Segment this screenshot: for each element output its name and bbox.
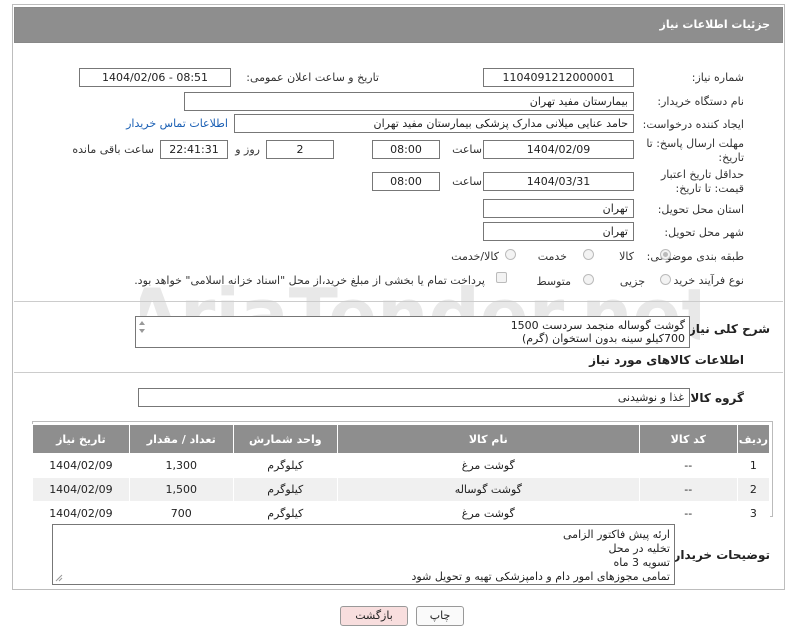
header-bar: جزئیات اطلاعات نیاز xyxy=(14,7,783,43)
purchase-option-medium: متوسط xyxy=(536,275,571,288)
treasury-payment-checkbox[interactable] xyxy=(496,272,507,283)
back-button[interactable]: بازگشت xyxy=(340,606,408,626)
row-number: 1 xyxy=(736,453,771,478)
buyer-org-field: بیمارستان مفید تهران xyxy=(184,92,634,111)
creator-label: ایجاد کننده درخواست: xyxy=(642,118,744,131)
delivery-province-field: تهران xyxy=(483,199,634,218)
unit: کیلوگرم xyxy=(232,453,338,478)
need-number-label: شماره نیاز: xyxy=(691,71,744,84)
purchase-option-partial: جزیی xyxy=(619,275,645,288)
delivery-city-label: شهر محل تحویل: xyxy=(664,226,744,239)
item-name: گوشت مرغ xyxy=(336,453,640,478)
remaining-time-field: 22:41:31 xyxy=(160,140,228,159)
item-name: گوشت مرغ xyxy=(336,501,640,526)
col-header-item-code: کد کالا xyxy=(638,424,738,454)
price-valid-time-field: 08:00 xyxy=(372,172,440,191)
quantity: 1,500 xyxy=(128,477,234,502)
category-option-goods: کالا xyxy=(619,250,634,263)
reply-deadline-label: مهلت ارسال پاسخ: تا تاریخ: xyxy=(646,137,744,164)
table-row[interactable]: 2 -- گوشت گوساله کیلوگرم 1,500 1404/02/0… xyxy=(32,477,771,502)
treasury-payment-note: پرداخت تمام یا بخشی از مبلغ خرید،از محل … xyxy=(134,274,485,287)
remaining-label: ساعت باقی مانده xyxy=(72,143,154,156)
goods-group-label: گروه کالا: xyxy=(685,391,744,405)
category-radio-both[interactable] xyxy=(505,249,516,260)
announce-datetime-field: 1404/02/06 - 08:51 xyxy=(79,68,231,87)
description-line: گوشت گوساله منجمد سردست 1500 xyxy=(510,319,685,332)
scroll-arrows-icon[interactable] xyxy=(138,320,146,334)
category-radio-service[interactable] xyxy=(583,249,594,260)
divider xyxy=(14,372,783,373)
goods-group-field: غذا و نوشیدنی xyxy=(138,388,690,407)
price-valid-time-label: ساعت xyxy=(452,175,482,188)
need-number-field: 1104091212000001 xyxy=(483,68,634,87)
col-header-unit: واحد شمارش xyxy=(232,424,338,454)
item-code: -- xyxy=(638,477,738,502)
notes-line: ارئه پیش فاکتور الزامی xyxy=(563,528,670,541)
goods-info-heading: اطلاعات کالاهای مورد نیاز xyxy=(589,353,744,367)
quantity: 1,300 xyxy=(128,453,234,478)
item-name: گوشت گوساله xyxy=(336,477,640,502)
contact-info-link[interactable]: اطلاعات تماس خریدار xyxy=(126,117,228,130)
category-option-both: کالا/خدمت xyxy=(451,250,499,263)
col-header-quantity: تعداد / مقدار xyxy=(128,424,234,454)
notes-line: تسویه 3 ماه xyxy=(613,556,670,569)
unit: کیلوگرم xyxy=(232,501,338,526)
row-number: 2 xyxy=(736,477,771,502)
reply-time-label: ساعت xyxy=(452,143,482,156)
purchase-radio-medium[interactable] xyxy=(583,274,594,285)
row-number: 3 xyxy=(736,501,771,526)
purchase-radio-partial[interactable] xyxy=(660,274,671,285)
price-valid-date-field: 1404/03/31 xyxy=(483,172,634,191)
col-header-row-number: ردیف xyxy=(736,424,771,454)
reply-date-field: 1404/02/09 xyxy=(483,140,634,159)
description-line: 700کیلو سینه بدون استخوان (گرم) xyxy=(521,332,685,345)
buyer-notes-label: توضیحات خریدار: xyxy=(668,548,770,562)
table-header-row: ردیف کد کالا نام کالا واحد شمارش تعداد /… xyxy=(32,424,771,454)
need-date: 1404/02/09 xyxy=(32,501,130,526)
announce-datetime-label: تاریخ و ساعت اعلان عمومی: xyxy=(246,71,379,84)
buyer-org-label: نام دستگاه خریدار: xyxy=(657,95,744,108)
quantity: 700 xyxy=(128,501,234,526)
delivery-city-field: تهران xyxy=(483,222,634,241)
reply-time-field: 08:00 xyxy=(372,140,440,159)
description-textarea[interactable]: گوشت گوساله منجمد سردست 1500 700کیلو سین… xyxy=(135,316,690,348)
days-field: 2 xyxy=(266,140,334,159)
category-radio-goods[interactable] xyxy=(660,249,671,260)
goods-table: ردیف کد کالا نام کالا واحد شمارش تعداد /… xyxy=(32,424,771,526)
page-title: جزئیات اطلاعات نیاز xyxy=(659,18,771,31)
delivery-province-label: استان محل تحویل: xyxy=(657,203,744,216)
resize-handle-icon[interactable] xyxy=(55,574,63,582)
need-date: 1404/02/09 xyxy=(32,477,130,502)
need-date: 1404/02/09 xyxy=(32,453,130,478)
table-row[interactable]: 1 -- گوشت مرغ کیلوگرم 1,300 1404/02/09 xyxy=(32,453,771,478)
item-code: -- xyxy=(638,453,738,478)
table-row[interactable]: 3 -- گوشت مرغ کیلوگرم 700 1404/02/09 xyxy=(32,501,771,526)
col-header-need-date: تاریخ نیاز xyxy=(32,424,130,454)
price-valid-label: حداقل تاریخ اعتبار قیمت: تا تاریخ: xyxy=(660,168,744,195)
notes-line: تمامی مجوزهای امور دام و دامپزشکی تهیه و… xyxy=(411,570,670,583)
description-label: شرح کلی نیاز: xyxy=(684,322,770,336)
day-and-label: روز و xyxy=(235,143,260,156)
col-header-item-name: نام کالا xyxy=(336,424,640,454)
unit: کیلوگرم xyxy=(232,477,338,502)
notes-line: تخلیه در محل xyxy=(608,542,670,555)
category-option-service: خدمت xyxy=(537,250,567,263)
purchase-type-label: نوع فرآیند خرید : xyxy=(666,274,744,287)
item-code: -- xyxy=(638,501,738,526)
print-button[interactable]: چاپ xyxy=(416,606,464,626)
divider xyxy=(14,301,783,302)
creator-field: حامد عنایی میلانی مدارک پزشکی بیمارستان … xyxy=(234,114,634,133)
buyer-notes-textarea[interactable]: ارئه پیش فاکتور الزامی تخلیه در محل تسوی… xyxy=(52,524,675,585)
